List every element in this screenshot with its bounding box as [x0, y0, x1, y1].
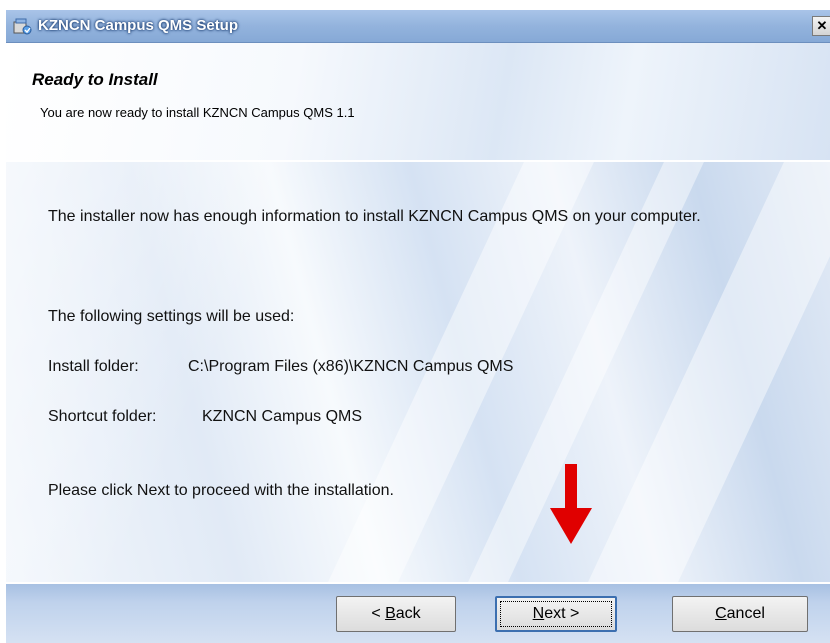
shortcut-folder-value: KZNCN Campus QMS — [202, 408, 363, 425]
instruction-text: Please click Next to proceed with the in… — [48, 482, 394, 499]
install-folder-label: Install folder: — [48, 358, 139, 375]
cancel-accel: C — [715, 605, 727, 622]
installer-icon — [13, 18, 32, 35]
cancel-rest: ancel — [726, 605, 765, 622]
close-icon: ✕ — [816, 18, 828, 33]
close-button[interactable]: ✕ — [812, 16, 830, 36]
arrow-shaft — [565, 464, 577, 510]
title-bar[interactable]: KZNCN Campus QMS Setup ✕ — [6, 10, 830, 43]
install-folder-value: C:\Program Files (x86)\KZNCN Campus QMS — [188, 358, 514, 375]
back-button[interactable]: < Back — [336, 596, 456, 632]
arrow-head — [550, 508, 592, 544]
settings-heading: The following settings will be used: — [48, 308, 295, 325]
wizard-header: Ready to Install You are now ready to in… — [6, 43, 830, 162]
cancel-button[interactable]: Cancel — [672, 596, 808, 632]
focus-ring — [500, 601, 612, 627]
red-arrow-icon — [550, 464, 592, 544]
wizard-content: The installer now has enough information… — [6, 162, 830, 582]
button-bar: < Back Next > Cancel — [6, 582, 830, 643]
setup-window: KZNCN Campus QMS Setup ✕ Ready to Instal… — [6, 10, 830, 643]
back-rest: ack — [395, 605, 421, 622]
page-title: Ready to Install — [32, 70, 158, 89]
back-prefix: < — [371, 605, 386, 622]
shortcut-folder-label: Shortcut folder: — [48, 408, 157, 425]
back-accel: B — [385, 605, 396, 622]
next-button[interactable]: Next > — [495, 596, 617, 632]
window-title: KZNCN Campus QMS Setup — [38, 17, 239, 34]
page-subtitle: You are now ready to install KZNCN Campu… — [40, 105, 355, 120]
intro-text: The installer now has enough information… — [48, 208, 701, 225]
